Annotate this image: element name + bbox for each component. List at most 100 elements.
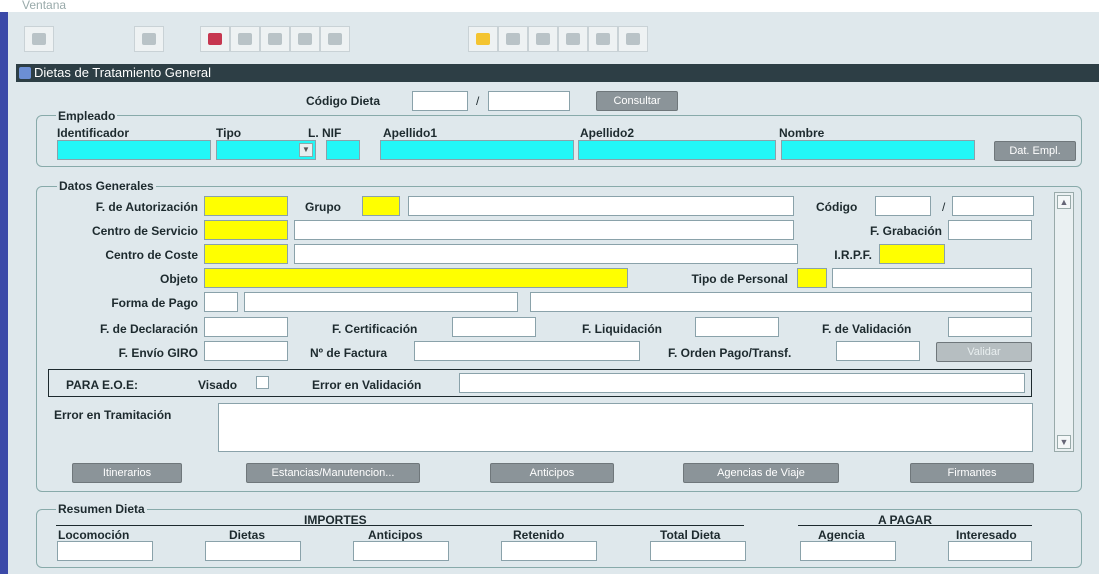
f-validacion-label: F. de Validación (822, 322, 912, 336)
itinerarios-button[interactable]: Itinerarios (72, 463, 182, 483)
visado-label: Visado (198, 378, 238, 392)
locomocion-label: Locomoción (58, 528, 130, 542)
codigo-year-input[interactable] (875, 196, 931, 216)
f-certificacion-input[interactable] (452, 317, 536, 337)
agencias-viaje-button[interactable]: Agencias de Viaje (683, 463, 839, 483)
delete-record-icon[interactable] (290, 26, 320, 52)
agencia-input[interactable] (800, 541, 896, 561)
validar-button[interactable]: Validar (936, 342, 1032, 362)
f-grabacion-input[interactable] (948, 220, 1032, 240)
list-icon[interactable] (498, 26, 528, 52)
centro-servicio-code-input[interactable] (204, 220, 288, 240)
error-tramitacion-label: Error en Tramitación (54, 408, 172, 422)
locomocion-input[interactable] (57, 541, 153, 561)
dietas-label: Dietas (229, 528, 266, 542)
codigo-dieta-year-input[interactable] (412, 91, 468, 111)
f-autorizacion-input[interactable] (204, 196, 288, 216)
f-certificacion-label: F. Certificación (332, 322, 418, 336)
dietas-input[interactable] (205, 541, 301, 561)
info-icon[interactable] (618, 26, 648, 52)
anticipos-input[interactable] (353, 541, 449, 561)
retenido-label: Retenido (513, 528, 565, 542)
codigo-number-input[interactable] (952, 196, 1034, 216)
codigo-dieta-slash: / (476, 94, 480, 108)
toolbar (8, 12, 1099, 62)
centro-servicio-label: Centro de Servicio (91, 224, 198, 238)
nombre-input[interactable] (781, 140, 975, 160)
centro-coste-code-input[interactable] (204, 244, 288, 264)
error-validacion-label: Error en Validación (312, 378, 422, 392)
nombre-label: Nombre (779, 126, 825, 140)
f-validacion-input[interactable] (948, 317, 1032, 337)
apellido1-input[interactable] (380, 140, 574, 160)
tipo-select[interactable]: ▼ (216, 140, 316, 160)
window-title: Dietas de Tratamiento General (34, 65, 212, 80)
centro-servicio-desc-input[interactable] (294, 220, 794, 240)
f-liquidacion-input[interactable] (695, 317, 779, 337)
clear-filter-icon[interactable] (200, 26, 230, 52)
error-validacion-input[interactable] (459, 373, 1025, 393)
codigo-dieta-number-input[interactable] (488, 91, 570, 111)
f-liquidacion-label: F. Liquidación (582, 322, 662, 336)
tipo-label: Tipo (216, 126, 242, 140)
f-orden-pago-label: F. Orden Pago/Transf. (668, 346, 792, 360)
n-factura-input[interactable] (414, 341, 640, 361)
forma-pago-desc-input[interactable] (244, 292, 518, 312)
firmantes-button[interactable]: Firmantes (910, 463, 1034, 483)
tipo-personal-desc-input[interactable] (832, 268, 1032, 288)
forma-pago-code-input[interactable] (204, 292, 238, 312)
centro-coste-desc-input[interactable] (294, 244, 798, 264)
resumen-section-title: Resumen Dieta (56, 502, 147, 516)
scroll-down-icon[interactable]: ▼ (1057, 435, 1071, 449)
dat-empl-button[interactable]: Dat. Empl. (994, 141, 1076, 161)
save-icon[interactable] (134, 26, 164, 52)
error-tramitacion-textarea[interactable] (218, 403, 1033, 452)
edit-icon[interactable] (320, 26, 350, 52)
app-icon (19, 67, 31, 79)
f-declaracion-input[interactable] (204, 317, 288, 337)
apellido2-label: Apellido2 (580, 126, 635, 140)
retenido-input[interactable] (501, 541, 597, 561)
grupo-desc-input[interactable] (408, 196, 794, 216)
exit-icon[interactable] (24, 26, 54, 52)
interesado-input[interactable] (948, 541, 1032, 561)
clipboard-icon[interactable] (468, 26, 498, 52)
anticipos-label: Anticipos (368, 528, 423, 542)
f-orden-pago-input[interactable] (836, 341, 920, 361)
f-envio-giro-label: F. Envío GIRO (118, 346, 198, 360)
mail-icon[interactable] (558, 26, 588, 52)
grupo-code-input[interactable] (362, 196, 400, 216)
identificador-input[interactable] (57, 140, 211, 160)
objeto-input[interactable] (204, 268, 628, 288)
codigo-dieta-label: Código Dieta (306, 94, 380, 108)
scroll-up-icon[interactable]: ▲ (1057, 195, 1071, 209)
datos-generales-section-title: Datos Generales (57, 179, 156, 193)
vertical-scrollbar[interactable]: ▲ ▼ (1054, 192, 1074, 452)
codigo-slash: / (942, 200, 946, 214)
interesado-label: Interesado (956, 528, 1017, 542)
anticipos-button[interactable]: Anticipos (490, 463, 614, 483)
f-autorizacion-label: F. de Autorización (95, 200, 198, 214)
empleado-section-title: Empleado (56, 109, 118, 123)
insert-record-icon[interactable] (260, 26, 290, 52)
print-icon[interactable] (528, 26, 558, 52)
centro-coste-label: Centro de Coste (105, 248, 198, 262)
estancias-button[interactable]: Estancias/Manutencion... (246, 463, 420, 483)
help-icon[interactable] (588, 26, 618, 52)
total-dieta-input[interactable] (650, 541, 746, 561)
irpf-input[interactable] (879, 244, 945, 264)
filter-icon[interactable] (230, 26, 260, 52)
apellido1-label: Apellido1 (383, 126, 438, 140)
objeto-label: Objeto (160, 272, 198, 286)
chevron-down-icon[interactable]: ▼ (299, 143, 313, 157)
visado-checkbox[interactable] (256, 376, 269, 389)
lnif-input[interactable] (326, 140, 360, 160)
codigo-label: Código (816, 200, 858, 214)
apellido2-input[interactable] (578, 140, 776, 160)
irpf-label: I.R.P.F. (834, 248, 872, 262)
consultar-button[interactable]: Consultar (596, 91, 678, 111)
f-envio-giro-input[interactable] (204, 341, 288, 361)
tipo-personal-code-input[interactable] (797, 268, 827, 288)
menu-ventana[interactable]: Ventana (22, 0, 66, 12)
forma-pago-extra-input[interactable] (530, 292, 1032, 312)
